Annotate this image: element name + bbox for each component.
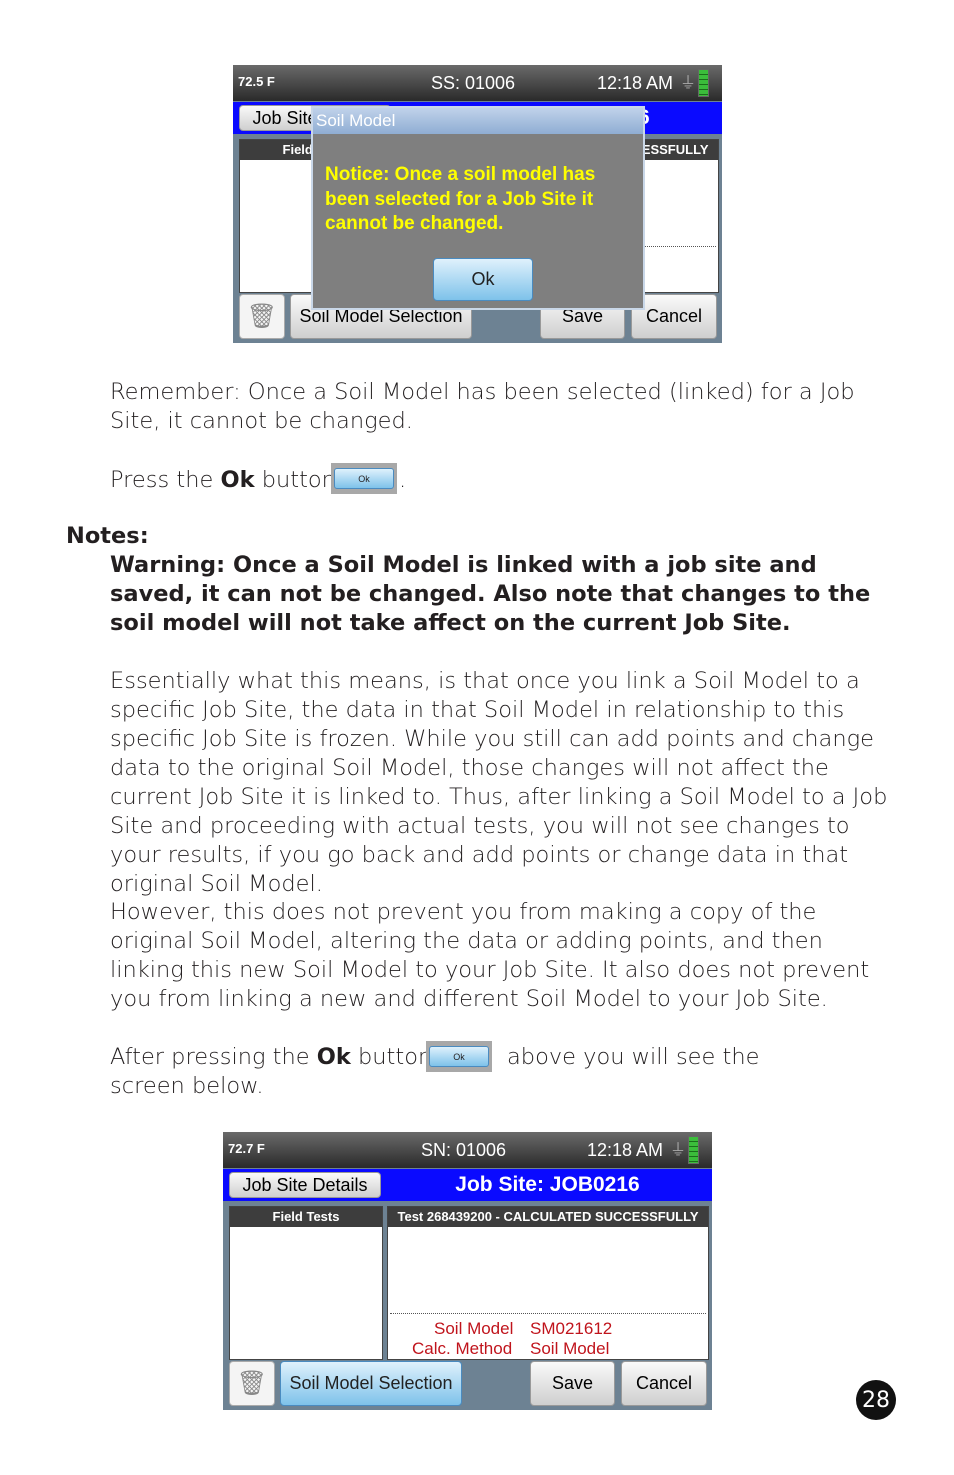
trash-icon: 🗑 <box>236 1370 268 1397</box>
paragraph-copy: However, this does not prevent you from … <box>110 899 870 1012</box>
plug-icon: ⏚ <box>680 75 697 92</box>
soil-model-value: SM021612 <box>530 1319 613 1338</box>
delete-button[interactable]: 🗑 <box>229 1361 275 1406</box>
press-end: . <box>399 467 407 493</box>
plug-icon: ⏚ <box>670 1142 687 1159</box>
press-pre: Press the <box>110 467 221 493</box>
press-post: button <box>254 467 336 493</box>
test-panel: Test 268439200 - CALCULATED SUCCESSFULLY… <box>387 1206 709 1360</box>
soil-model-selection-button[interactable]: Soil Model Selection <box>280 1361 462 1406</box>
calc-method-label: Calc. Method <box>412 1339 513 1358</box>
trash-icon: 🗑 <box>246 303 278 330</box>
soil-model-dialog: Soil Model Notice: Once a soil model has… <box>311 106 645 310</box>
delete-button[interactable]: 🗑 <box>239 294 285 339</box>
soil-model-label: Soil Model <box>434 1319 514 1338</box>
dialog-ok-button[interactable]: Ok <box>433 258 533 301</box>
remember-text: Remember: Once a Soil Model has been sel… <box>110 379 855 434</box>
job-site-title: Job Site: JOB0216 <box>455 1173 640 1196</box>
field-tests-header: Field Tests <box>230 1207 382 1227</box>
device-screenshot-dialog: 72.5 F SS: 01006 12:18 AM ⏚ Job Site Det… <box>233 65 722 343</box>
paragraph-frozen: Essentially what this means, is that onc… <box>110 668 888 897</box>
dialog-message: Notice: Once a soil model has been selec… <box>325 164 596 234</box>
page-number: 28 <box>856 1380 896 1420</box>
dialog-title: Soil Model <box>313 108 643 134</box>
press-bold: Ok <box>220 467 255 493</box>
test-header: Test 268439200 - CALCULATED SUCCESSFULLY <box>388 1207 708 1227</box>
save-button[interactable]: Save <box>530 1361 615 1406</box>
temperature: 72.7 F <box>228 1141 265 1156</box>
cancel-button[interactable]: Cancel <box>621 1361 707 1406</box>
status-bar: 72.7 F SN: 01006 12:18 AM ⏚ <box>223 1132 712 1168</box>
document-page: 72.5 F SS: 01006 12:18 AM ⏚ Job Site Det… <box>0 0 954 1475</box>
clock: 12:18 AM <box>597 73 674 93</box>
serial-number: SS: 01006 <box>431 73 516 93</box>
inline-ok-label: Ok <box>334 468 394 489</box>
press-ok-text: Press the Ok button <box>110 466 900 495</box>
field-tests-panel: Field Tests <box>229 1206 383 1360</box>
inline-ok-image: Ok <box>331 463 397 494</box>
battery-icon <box>698 69 709 97</box>
temperature: 72.5 F <box>238 74 275 89</box>
after-post-text: above you will see the screen below. <box>110 1044 760 1099</box>
job-site-details-button[interactable]: Job Site Details <box>229 1172 381 1198</box>
serial-number: SN: 01006 <box>421 1140 507 1160</box>
device-screenshot-job-site: 72.7 F SN: 01006 12:18 AM ⏚ Job Site Det… <box>223 1132 712 1410</box>
clock: 12:18 AM <box>587 1140 664 1160</box>
battery-icon <box>688 1136 699 1164</box>
status-bar: 72.5 F SS: 01006 12:18 AM ⏚ <box>233 65 722 101</box>
warning-text: Warning: Once a Soil Model is linked wit… <box>110 552 871 636</box>
calc-method-value: Soil Model <box>530 1339 610 1358</box>
notes-heading: Notes: <box>66 523 149 549</box>
divider <box>390 1313 706 1314</box>
